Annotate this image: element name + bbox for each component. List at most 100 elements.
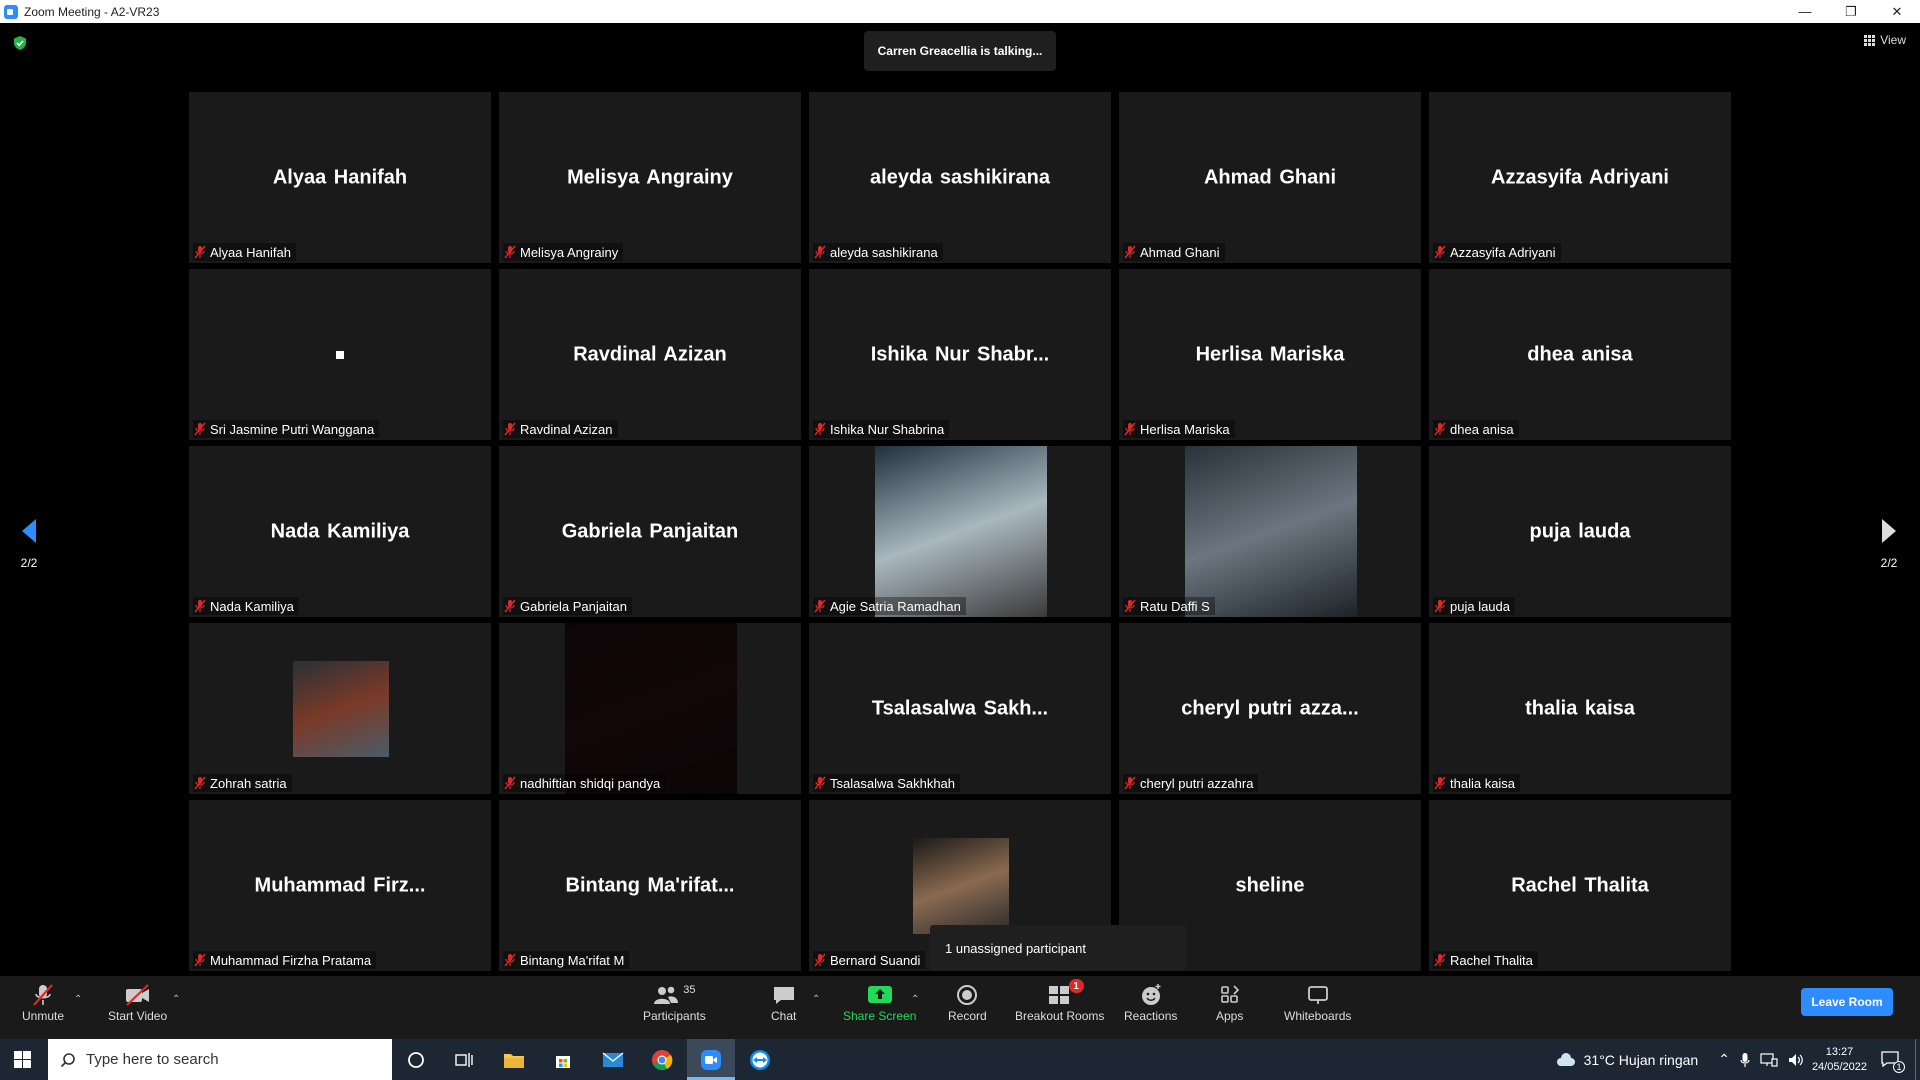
view-button[interactable]: View bbox=[1864, 33, 1906, 47]
teamviewer-icon[interactable] bbox=[736, 1039, 784, 1080]
start-video-button[interactable]: Start Video bbox=[108, 981, 167, 1023]
breakout-rooms-button[interactable]: 1 Breakout Rooms bbox=[1015, 979, 1104, 1023]
security-shield-icon[interactable] bbox=[12, 35, 28, 51]
participant-tile[interactable]: Ratu Daffi S bbox=[1119, 446, 1421, 617]
participant-tile[interactable]: Bintang Ma'rifat... Bintang Ma'rifat M bbox=[499, 800, 801, 971]
participant-tile[interactable]: Agie Satria Ramadhan bbox=[809, 446, 1111, 617]
zoom-taskbar-icon[interactable] bbox=[687, 1039, 735, 1080]
participants-count: 35 bbox=[683, 984, 696, 996]
participant-tile[interactable]: puja lauda puja lauda bbox=[1429, 446, 1731, 617]
whiteboards-button[interactable]: Whiteboards bbox=[1284, 981, 1351, 1023]
page-indicator-left: 2/2 bbox=[20, 556, 38, 570]
participant-display-name: aleyda sashikirana bbox=[870, 166, 1050, 188]
participant-name-text: Melisya Angrainy bbox=[520, 244, 619, 260]
muted-microphone-icon bbox=[813, 953, 827, 967]
cortana-icon[interactable] bbox=[392, 1039, 440, 1080]
close-button[interactable]: ✕ bbox=[1874, 0, 1920, 23]
weather-text[interactable]: 31°C Hujan ringan bbox=[1584, 1052, 1699, 1068]
start-video-label: Start Video bbox=[108, 1009, 168, 1023]
participant-name-text: nadhiftian shidqi pandya bbox=[520, 775, 661, 791]
participant-tile[interactable]: Tsalasalwa Sakh... Tsalasalwa Sakhkhah bbox=[809, 623, 1111, 794]
participant-tile[interactable]: Alyaa Hanifah Alyaa Hanifah bbox=[189, 92, 491, 263]
unmute-button[interactable]: Unmute bbox=[22, 981, 64, 1023]
video-off-icon bbox=[125, 984, 149, 1006]
microphone-tray-icon[interactable] bbox=[1740, 1052, 1750, 1068]
show-desktop-button[interactable] bbox=[1915, 1039, 1920, 1080]
notification-center-icon[interactable]: 1 bbox=[1881, 1050, 1905, 1073]
participant-tile[interactable]: Rachel Thalita Rachel Thalita bbox=[1429, 800, 1731, 971]
mail-icon[interactable] bbox=[589, 1039, 637, 1080]
participant-tile[interactable]: Azzasyifa Adriyani Azzasyifa Adriyani bbox=[1429, 92, 1731, 263]
search-icon bbox=[60, 1052, 75, 1067]
participant-tile[interactable]: Nada Kamiliya Nada Kamiliya bbox=[189, 446, 491, 617]
previous-page-button[interactable]: 2/2 bbox=[18, 517, 40, 570]
chat-button[interactable]: Chat bbox=[771, 981, 796, 1023]
muted-microphone-icon bbox=[193, 599, 207, 613]
muted-microphone-icon bbox=[1123, 599, 1137, 613]
muted-microphone-icon bbox=[813, 245, 827, 259]
participant-tile[interactable]: thalia kaisa thalia kaisa bbox=[1429, 623, 1731, 794]
chat-options-caret-icon[interactable]: ⌃ bbox=[812, 994, 820, 1005]
restore-button[interactable]: ❐ bbox=[1828, 0, 1874, 23]
participant-name-text: Ishika Nur Shabrina bbox=[830, 421, 945, 437]
muted-microphone-icon bbox=[813, 776, 827, 790]
arrow-right-icon bbox=[1882, 519, 1896, 543]
reactions-button[interactable]: Reactions bbox=[1124, 981, 1177, 1023]
zoom-app-icon bbox=[4, 4, 18, 19]
share-options-caret-icon[interactable]: ⌃ bbox=[911, 994, 919, 1005]
participant-name-text: Alyaa Hanifah bbox=[210, 244, 291, 260]
muted-microphone-icon bbox=[1433, 422, 1447, 436]
show-hidden-icons-chevron-icon[interactable]: ⌃ bbox=[1718, 1051, 1730, 1068]
participant-tile[interactable]: nadhiftian shidqi pandya bbox=[499, 623, 801, 794]
file-explorer-icon[interactable] bbox=[490, 1039, 538, 1080]
participant-tile[interactable]: Herlisa Mariska Herlisa Mariska bbox=[1119, 269, 1421, 440]
windows-start-icon[interactable] bbox=[14, 1051, 31, 1068]
participant-name-text: aleyda sashikirana bbox=[830, 244, 938, 260]
unmute-label: Unmute bbox=[22, 1009, 65, 1023]
microsoft-store-icon[interactable] bbox=[539, 1039, 587, 1080]
video-options-caret-icon[interactable]: ⌃ bbox=[172, 994, 180, 1005]
participant-tile[interactable]: Muhammad Firz... Muhammad Firzha Pratama bbox=[189, 800, 491, 971]
weather-cloud-icon bbox=[1556, 1052, 1575, 1066]
participant-name-label: Ishika Nur Shabrina bbox=[813, 420, 950, 438]
apps-button[interactable]: Apps bbox=[1216, 981, 1243, 1023]
participant-display-name: puja lauda bbox=[1529, 520, 1631, 542]
share-screen-button[interactable]: Share Screen bbox=[843, 981, 916, 1023]
participant-name-text: puja lauda bbox=[1450, 598, 1510, 614]
next-page-button[interactable]: 2/2 bbox=[1878, 517, 1900, 570]
chrome-icon[interactable] bbox=[638, 1039, 686, 1080]
unassigned-participant-popup[interactable]: 1 unassigned participant bbox=[930, 925, 1186, 971]
chat-label: Chat bbox=[771, 1009, 797, 1023]
participant-tile[interactable]: aleyda sashikirana aleyda sashikirana bbox=[809, 92, 1111, 263]
participants-button[interactable]: 35 Participants bbox=[643, 981, 706, 1023]
participant-tile[interactable]: cheryl putri azza... cheryl putri azzahra bbox=[1119, 623, 1421, 794]
participant-tile[interactable]: Ravdinal Azizan Ravdinal Azizan bbox=[499, 269, 801, 440]
chat-icon bbox=[773, 987, 794, 1004]
minimize-button[interactable]: — bbox=[1782, 0, 1828, 23]
participant-display-name: Ravdinal Azizan bbox=[573, 343, 727, 365]
participant-tile[interactable]: Ishika Nur Shabr... Ishika Nur Shabrina bbox=[809, 269, 1111, 440]
participant-name-text: Bintang Ma'rifat M bbox=[520, 952, 625, 968]
participant-name-text: dhea anisa bbox=[1450, 421, 1514, 437]
participant-tile[interactable]: Zohrah satria bbox=[189, 623, 491, 794]
participant-display-name: Nada Kamiliya bbox=[270, 520, 410, 542]
audio-options-caret-icon[interactable]: ⌃ bbox=[74, 994, 82, 1005]
participant-tile[interactable]: dhea anisa dhea anisa bbox=[1429, 269, 1731, 440]
participant-tile[interactable]: Sri Jasmine Putri Wanggana bbox=[189, 269, 491, 440]
meeting-toolbar: Unmute ⌃ Start Video ⌃ 35 Participants C… bbox=[0, 976, 1920, 1039]
muted-microphone-icon bbox=[1433, 599, 1447, 613]
leave-room-button[interactable]: Leave Room bbox=[1801, 988, 1893, 1016]
record-button[interactable]: Record bbox=[948, 981, 987, 1023]
participant-tile[interactable]: Gabriela Panjaitan Gabriela Panjaitan bbox=[499, 446, 801, 617]
volume-icon[interactable] bbox=[1788, 1053, 1804, 1067]
network-icon[interactable] bbox=[1760, 1052, 1778, 1067]
participant-name-text: Sri Jasmine Putri Wanggana bbox=[210, 421, 375, 437]
windows-taskbar: Type here to search 31°C Hujan ringan ⌃ … bbox=[0, 1039, 1920, 1080]
participant-tile[interactable]: Ahmad Ghani Ahmad Ghani bbox=[1119, 92, 1421, 263]
active-speaker-banner: Carren Greacellia is talking... bbox=[864, 31, 1056, 71]
task-view-icon[interactable] bbox=[440, 1039, 488, 1080]
taskbar-clock[interactable]: 13:27 24/05/2022 bbox=[1812, 1045, 1867, 1075]
taskbar-search-box[interactable]: Type here to search bbox=[48, 1039, 392, 1080]
participant-name-label: Herlisa Mariska bbox=[1123, 420, 1235, 438]
participant-tile[interactable]: Melisya Angrainy Melisya Angrainy bbox=[499, 92, 801, 263]
